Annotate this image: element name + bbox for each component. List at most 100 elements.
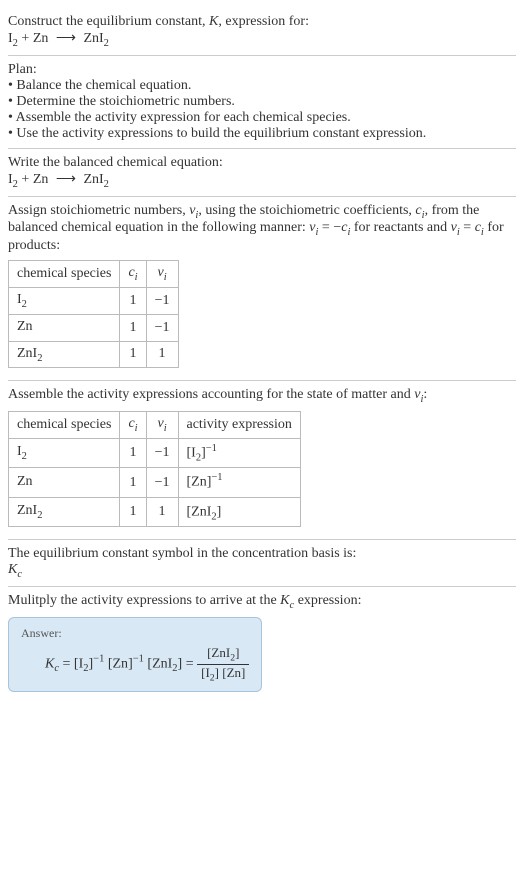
table-row: ZnI2 1 1 [ZnI2] bbox=[9, 497, 301, 526]
numerator: [ZnI2] bbox=[197, 645, 249, 665]
eq-plus: + Zn bbox=[18, 172, 52, 187]
text: Assign stoichiometric numbers, bbox=[8, 203, 189, 218]
col-species: chemical species bbox=[9, 412, 120, 439]
plan-item: • Balance the chemical equation. bbox=[8, 78, 516, 94]
K-sub: c bbox=[17, 569, 22, 580]
cell-nu: −1 bbox=[146, 468, 178, 497]
a-sup: −1 bbox=[206, 443, 217, 454]
sp: Zn bbox=[17, 319, 33, 334]
balanced-section: Write the balanced chemical equation: I2… bbox=[8, 149, 516, 196]
text: for reactants and bbox=[350, 220, 450, 235]
cell-activity: [ZnI2] bbox=[178, 497, 300, 526]
sp: ZnI bbox=[17, 503, 37, 518]
eq: = − bbox=[318, 220, 341, 235]
stoich-intro: Assign stoichiometric numbers, νi, using… bbox=[8, 203, 516, 255]
text: expression: bbox=[294, 593, 361, 608]
plan-item: • Determine the stoichiometric numbers. bbox=[8, 94, 516, 110]
multiply-section: Mulitply the activity expressions to arr… bbox=[8, 587, 516, 704]
activity-table: chemical species ci νi activity expressi… bbox=[8, 411, 301, 527]
header-section: Construct the equilibrium constant, K, e… bbox=[8, 8, 516, 55]
d: [I bbox=[201, 665, 210, 680]
balanced-title: Write the balanced chemical equation: bbox=[8, 155, 516, 171]
t: [Zn bbox=[104, 656, 128, 671]
table-row: ZnI2 1 1 bbox=[9, 341, 179, 368]
c-sub: i bbox=[135, 272, 138, 283]
activity-section: Assemble the activity expressions accoun… bbox=[8, 381, 516, 539]
sp-sub: 2 bbox=[22, 299, 27, 310]
cell-c: 1 bbox=[120, 468, 146, 497]
symbol-intro: The equilibrium constant symbol in the c… bbox=[8, 546, 516, 562]
cell-c: 1 bbox=[120, 438, 146, 467]
cell-nu: −1 bbox=[146, 314, 178, 341]
text: : bbox=[423, 387, 427, 402]
Kc: K bbox=[45, 656, 54, 671]
K: K bbox=[8, 562, 17, 577]
sp: Zn bbox=[17, 474, 33, 489]
stoich-section: Assign stoichiometric numbers, νi , using… bbox=[8, 197, 516, 381]
cell-species: I2 bbox=[9, 438, 120, 467]
t: [I bbox=[74, 656, 83, 671]
d: [Zn bbox=[219, 665, 241, 680]
t-sup: −1 bbox=[93, 654, 104, 665]
K: K bbox=[280, 593, 289, 608]
plan-section: Plan: • Balance the chemical equation. •… bbox=[8, 56, 516, 148]
table-header-row: chemical species ci νi bbox=[9, 261, 179, 288]
a-sup: −1 bbox=[211, 472, 222, 483]
arrow-icon: ⟶ bbox=[52, 31, 80, 46]
answer-box: Answer: Kc = [I2]−1 [Zn]−1 [ZnI2] = [ZnI… bbox=[8, 617, 262, 692]
a: [Zn bbox=[187, 475, 207, 490]
activity-intro: Assemble the activity expressions accoun… bbox=[8, 387, 516, 405]
balanced-equation: I2 + Zn ⟶ ZnI2 bbox=[8, 171, 516, 190]
cell-species: I2 bbox=[9, 287, 120, 314]
c-sub: i bbox=[135, 423, 138, 434]
answer-formula: Kc = [I2]−1 [Zn]−1 [ZnI2] = [ZnI2][I2] [… bbox=[21, 645, 249, 683]
eq-plus: + Zn bbox=[18, 31, 52, 46]
d: ] bbox=[241, 665, 245, 680]
eq: = bbox=[182, 656, 197, 671]
n: [ZnI bbox=[207, 645, 230, 660]
multiply-intro: Mulitply the activity expressions to arr… bbox=[8, 593, 516, 611]
plan-title: Plan: bbox=[8, 62, 516, 78]
text: Assemble the activity expressions accoun… bbox=[8, 387, 414, 402]
eq-rhs: ZnI bbox=[80, 31, 104, 46]
t: [ZnI bbox=[144, 656, 172, 671]
nu-sub: i bbox=[164, 272, 167, 283]
cell-nu: −1 bbox=[146, 287, 178, 314]
cell-species: Zn bbox=[9, 468, 120, 497]
cell-nu: 1 bbox=[146, 497, 178, 526]
stoich-table: chemical species ci νi I2 1 −1 Zn 1 −1 Z… bbox=[8, 260, 179, 368]
table-row: Zn 1 −1 [Zn]−1 bbox=[9, 468, 301, 497]
sp-sub: 2 bbox=[22, 451, 27, 462]
col-nu: νi bbox=[146, 261, 178, 288]
symbol-section: The equilibrium constant symbol in the c… bbox=[8, 540, 516, 586]
answer-label: Answer: bbox=[21, 626, 249, 641]
construct-line: Construct the equilibrium constant, K, e… bbox=[8, 14, 516, 30]
cell-species: ZnI2 bbox=[9, 497, 120, 526]
col-nu: νi bbox=[146, 412, 178, 439]
table-row: Zn 1 −1 bbox=[9, 314, 179, 341]
nu-sub: i bbox=[164, 423, 167, 434]
eq-rhs-sub: 2 bbox=[104, 38, 109, 49]
cell-nu: −1 bbox=[146, 438, 178, 467]
col-species: chemical species bbox=[9, 261, 120, 288]
cell-c: 1 bbox=[120, 497, 146, 526]
cell-c: 1 bbox=[120, 314, 146, 341]
text: Mulitply the activity expressions to arr… bbox=[8, 593, 280, 608]
t-sup: −1 bbox=[133, 654, 144, 665]
cell-species: ZnI2 bbox=[9, 341, 120, 368]
construct-text-pre: Construct the equilibrium constant, bbox=[8, 14, 209, 29]
a: ] bbox=[217, 505, 222, 520]
denominator: [I2] [Zn] bbox=[197, 665, 249, 684]
symbol-kc: Kc bbox=[8, 562, 516, 580]
table-row: I2 1 −1 [I2]−1 bbox=[9, 438, 301, 467]
col-c: ci bbox=[120, 412, 146, 439]
text: , using the stoichiometric coefficients, bbox=[198, 203, 415, 218]
plan-item: • Assemble the activity expression for e… bbox=[8, 110, 516, 126]
K-symbol: K bbox=[209, 14, 218, 29]
table-row: I2 1 −1 bbox=[9, 287, 179, 314]
cell-activity: [Zn]−1 bbox=[178, 468, 300, 497]
sp-sub: 2 bbox=[37, 352, 42, 363]
eq: = bbox=[460, 220, 475, 235]
n: ] bbox=[235, 645, 239, 660]
header-equation: I2 + Zn ⟶ ZnI2 bbox=[8, 30, 516, 49]
